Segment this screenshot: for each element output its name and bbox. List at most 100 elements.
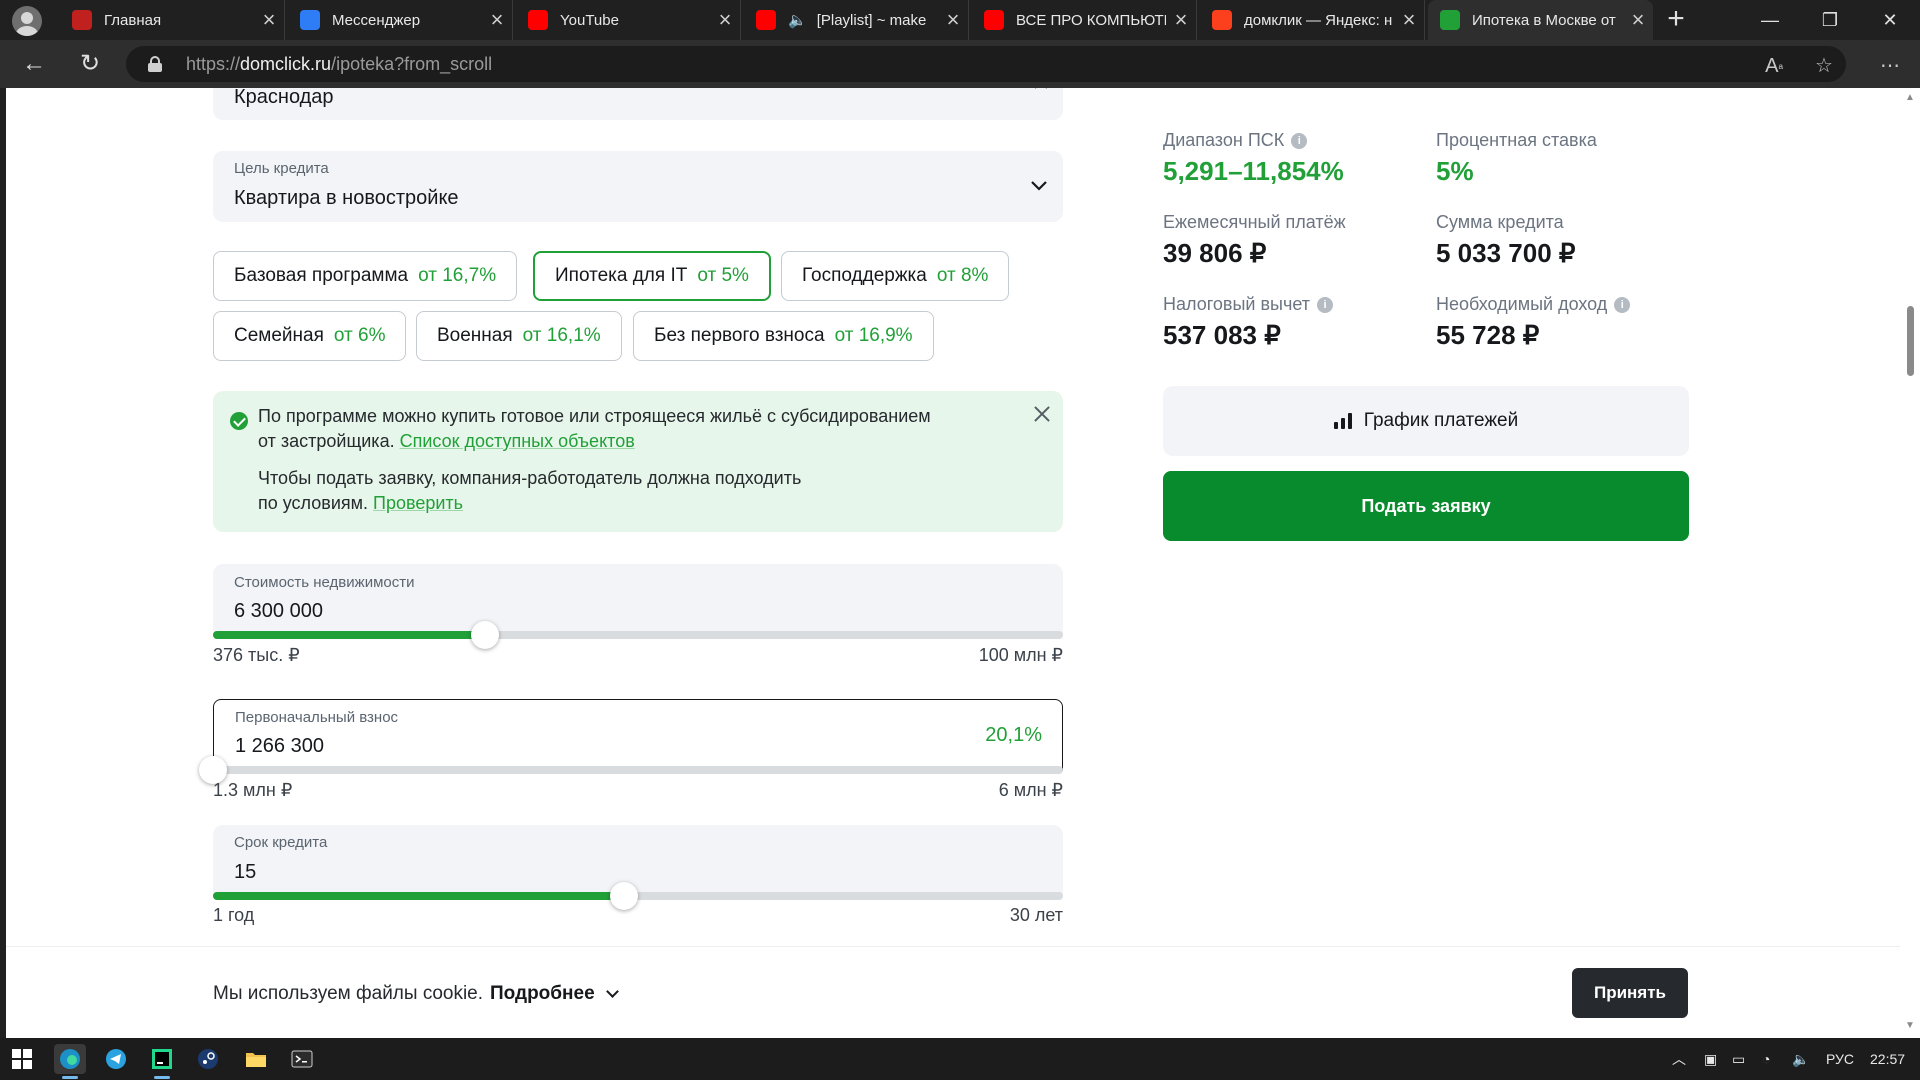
price-slider-handle[interactable] — [471, 621, 499, 649]
down-payment-slider[interactable] — [199, 756, 1063, 784]
term-slider-fill — [213, 892, 624, 900]
minimize-button[interactable]: — — [1740, 0, 1800, 40]
term-slider[interactable] — [213, 882, 1063, 910]
down-payment-percent: 20,1% — [985, 724, 1042, 746]
clear-icon[interactable] — [1033, 88, 1049, 90]
down-payment-min: 1.3 млн ₽ — [213, 780, 293, 800]
program-chip[interactable]: Без первого взноса от 16,9% — [633, 311, 934, 361]
price-slider-fill — [213, 631, 485, 639]
reload-icon[interactable]: ↻ — [74, 48, 106, 80]
favorite-star-icon[interactable]: ☆ — [1810, 52, 1838, 80]
browser-tab[interactable]: Мессенджер × — [288, 0, 513, 40]
close-icon[interactable] — [1031, 403, 1053, 425]
network-icon[interactable]: ◔ — [1762, 1038, 1770, 1080]
city-value: Краснодар — [234, 88, 334, 108]
page-scrollbar[interactable]: ▲ ▼ — [1900, 88, 1920, 1038]
cookie-accept-button[interactable]: Принять — [1572, 968, 1688, 1018]
youtube-icon — [528, 10, 548, 30]
clock[interactable]: 22:57 — [1870, 1038, 1905, 1080]
chevron-down-icon — [1029, 179, 1049, 193]
tab-title: Мессенджер — [332, 11, 421, 29]
browser-tab[interactable]: YouTube × — [516, 0, 741, 40]
domclick-icon — [1440, 10, 1460, 30]
browser-tab[interactable]: ВСЕ ПРО КОМПЬЮТЕ × — [972, 0, 1197, 40]
scrollbar-thumb[interactable] — [1907, 306, 1914, 376]
speaker-icon[interactable]: 🔈 — [788, 11, 807, 29]
payment-schedule-button[interactable]: График платежей — [1163, 386, 1689, 456]
down-payment-value: 1 266 300 — [235, 735, 324, 757]
purpose-value: Квартира в новостройке — [234, 187, 459, 209]
program-name: Семейная — [234, 325, 324, 346]
profile-avatar-icon[interactable] — [12, 6, 42, 36]
monthly-payment-value: 39 806 ₽ — [1163, 238, 1267, 268]
lock-icon[interactable] — [148, 56, 162, 72]
program-chip[interactable]: Семейная от 6% — [213, 311, 407, 361]
purpose-select[interactable]: Цель кредита Квартира в новостройке — [213, 151, 1063, 222]
program-chip[interactable]: Ипотека для IT от 5% — [533, 251, 771, 301]
tray-chevron-up-icon[interactable]: ︿ — [1672, 1038, 1686, 1080]
read-aloud-icon[interactable]: Aᵃ — [1760, 52, 1788, 80]
scroll-down-icon[interactable]: ▼ — [1904, 1020, 1916, 1032]
tab-close-icon[interactable]: × — [254, 7, 284, 33]
windows-start-icon[interactable] — [6, 1044, 38, 1074]
file-explorer-icon[interactable] — [240, 1044, 272, 1074]
scroll-up-icon[interactable]: ▲ — [1904, 92, 1916, 104]
edge-icon[interactable] — [54, 1044, 86, 1079]
program-chip[interactable]: Базовая программа от 16,7% — [213, 251, 518, 301]
terminal-icon[interactable] — [286, 1044, 318, 1074]
objects-list-link[interactable]: Список доступных объектов — [400, 431, 635, 451]
program-chip[interactable]: Господдержка от 8% — [781, 251, 1010, 301]
purpose-label: Цель кредита — [234, 160, 329, 177]
steam-icon[interactable] — [192, 1044, 224, 1074]
settings-menu-icon[interactable]: ⋯ — [1876, 52, 1904, 80]
term-min: 1 год — [213, 905, 255, 925]
browser-tab[interactable]: 🔈 [Playlist] ~ make × — [744, 0, 969, 40]
back-icon[interactable]: ← — [18, 48, 50, 80]
term-field[interactable]: Срок кредита 15 — [213, 825, 1063, 895]
city-field[interactable]: Краснодар — [213, 88, 1063, 120]
language-indicator[interactable]: РУС — [1826, 1038, 1854, 1080]
program-chip[interactable]: Военная от 16,1% — [416, 311, 622, 361]
notice-line-2: от застройщика. Список доступных объекто… — [258, 431, 635, 451]
restore-button[interactable]: ❐ — [1800, 0, 1860, 40]
tax-deduction-label: Налоговый вычет i — [1163, 294, 1333, 315]
term-slider-handle[interactable] — [609, 882, 638, 910]
price-field[interactable]: Стоимость недвижимости 6 300 000 — [213, 564, 1063, 634]
volume-icon[interactable]: 🔈 — [1792, 1038, 1809, 1080]
check-circle-icon — [230, 412, 248, 430]
apply-button[interactable]: Подать заявку — [1163, 471, 1689, 541]
browser-tab[interactable]: Главная × — [60, 0, 285, 40]
youtube-icon — [756, 10, 776, 30]
tab-close-icon[interactable]: × — [1394, 7, 1424, 33]
tab-close-icon[interactable]: × — [1623, 7, 1653, 33]
info-icon[interactable]: i — [1291, 132, 1308, 149]
tab-title: ВСЕ ПРО КОМПЬЮТЕ — [1016, 11, 1166, 29]
psk-label: Диапазон ПСК i — [1163, 130, 1308, 151]
cookie-more-dropdown[interactable]: Подробнее — [490, 983, 619, 1005]
down-payment-field[interactable]: Первоначальный взнос 1 266 300 20,1% — [213, 699, 1063, 771]
browser-tab[interactable]: домклик — Яндекс: н × — [1200, 0, 1425, 40]
price-slider[interactable] — [213, 621, 1063, 649]
info-icon[interactable]: i — [1614, 296, 1631, 313]
program-name: Господдержка — [802, 265, 927, 286]
tab-strip: Главная × Мессенджер × YouTube × 🔈 [Playlist] ~… — [0, 0, 1920, 40]
tray-app-icon[interactable]: ▣ — [1704, 1038, 1717, 1080]
battery-icon[interactable]: ▭ — [1732, 1038, 1745, 1080]
tab-close-icon[interactable]: × — [710, 7, 740, 33]
browser-tab[interactable]: Ипотека в Москве от × — [1428, 0, 1653, 40]
close-window-button[interactable]: ✕ — [1860, 0, 1920, 40]
info-icon[interactable]: i — [1317, 296, 1333, 313]
notice-line-3: Чтобы подать заявку, компания-работодате… — [258, 468, 802, 488]
bar-chart-icon — [1333, 413, 1352, 429]
pycharm-icon[interactable] — [146, 1044, 178, 1079]
chevron-down-icon — [605, 985, 619, 998]
new-tab-button[interactable]: + — [1660, 4, 1692, 36]
address-bar[interactable]: https://domclick.ru/ipoteka?from_scroll — [126, 46, 1846, 82]
telegram-icon[interactable] — [100, 1044, 132, 1074]
check-link[interactable]: Проверить — [373, 493, 463, 513]
tab-close-icon[interactable]: × — [482, 7, 512, 33]
psk-value: 5,291–11,854% — [1163, 156, 1344, 186]
tab-close-icon[interactable]: × — [938, 7, 968, 33]
tab-close-icon[interactable]: × — [1166, 7, 1196, 33]
down-payment-max: 6 млн ₽ — [998, 780, 1063, 800]
